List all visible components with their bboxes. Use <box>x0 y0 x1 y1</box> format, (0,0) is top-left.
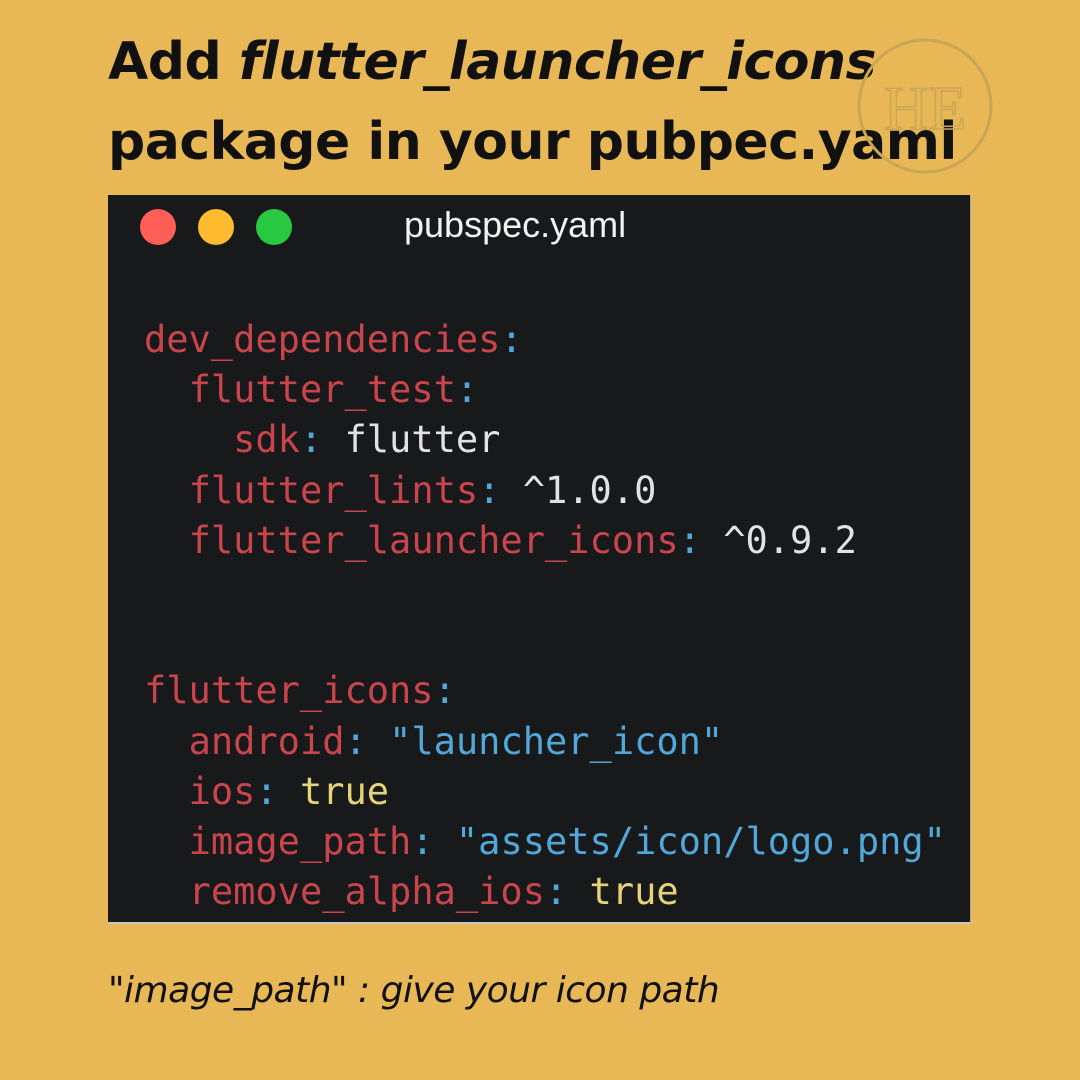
watermark-text: HE <box>884 75 967 143</box>
watermark-logo: HE <box>857 38 993 174</box>
code-line: ios: true <box>188 769 390 813</box>
page-title: Add flutter_launcher_icons package in yo… <box>108 22 957 182</box>
minimize-dot-icon[interactable] <box>198 209 234 245</box>
close-dot-icon[interactable] <box>140 209 176 245</box>
caption: "image_path" : give your icon path <box>108 970 720 1011</box>
title-line-1: Add flutter_launcher_icons <box>108 22 957 102</box>
code-line: flutter_launcher_icons: ^0.9.2 <box>188 518 857 562</box>
code-line: flutter_test: <box>188 368 479 412</box>
code-block: dev_dependencies: flutter_test: sdk: flu… <box>144 315 946 917</box>
code-line: flutter_lints: ^1.0.0 <box>188 468 657 512</box>
maximize-dot-icon[interactable] <box>256 209 292 245</box>
title-prefix: Add <box>108 32 239 92</box>
title-line-2: package in your pubpec.yaml <box>108 112 957 172</box>
code-window: pubspec.yaml dev_dependencies: flutter_t… <box>108 195 971 924</box>
code-line: remove_alpha_ios: true <box>188 870 679 914</box>
window-title: pubspec.yaml <box>404 204 627 245</box>
code-line: dev_dependencies: <box>144 318 523 361</box>
code-line: sdk: flutter <box>233 418 501 462</box>
code-line: flutter_icons: <box>144 669 456 713</box>
code-line: image_path: "assets/icon/logo.png" <box>188 820 946 864</box>
title-package-name: flutter_launcher_icons <box>238 32 877 92</box>
code-line: android: "launcher_icon" <box>188 719 724 763</box>
